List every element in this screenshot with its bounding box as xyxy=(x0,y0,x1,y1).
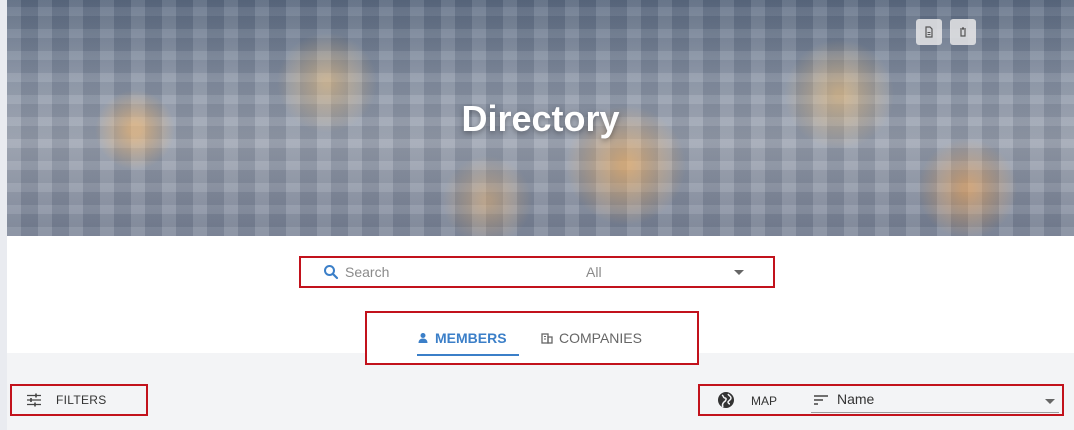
directory-tabs: MEMBERS COMPANIES xyxy=(365,311,699,365)
left-edge-strip xyxy=(0,0,7,430)
file-export-icon xyxy=(925,26,933,38)
tab-companies[interactable]: COMPANIES xyxy=(541,325,642,351)
tune-icon xyxy=(27,393,41,407)
filters-button[interactable]: FILTERS xyxy=(10,384,148,416)
chevron-down-icon[interactable] xyxy=(1045,399,1055,404)
search-input[interactable] xyxy=(345,262,545,282)
tab-companies-label: COMPANIES xyxy=(559,330,642,346)
page-title: Directory xyxy=(461,98,620,139)
hero-banner: Directory xyxy=(7,0,1074,236)
chevron-down-icon[interactable] xyxy=(734,270,744,275)
sort-icon xyxy=(814,395,828,405)
search-icon xyxy=(324,265,339,280)
search-scope-select[interactable]: All xyxy=(586,264,602,280)
building-icon xyxy=(541,333,553,344)
tab-members-label: MEMBERS xyxy=(435,330,507,346)
globe-icon[interactable] xyxy=(717,391,735,409)
trash-icon xyxy=(960,27,966,37)
delete-button[interactable] xyxy=(950,19,976,45)
tab-members[interactable]: MEMBERS xyxy=(417,325,519,356)
map-sort-controls: MAP Name xyxy=(698,384,1064,416)
export-button[interactable] xyxy=(916,19,942,45)
active-tab-indicator xyxy=(417,354,519,356)
sort-select[interactable]: Name xyxy=(811,389,1059,413)
person-icon xyxy=(418,333,428,343)
directory-page: Directory All MEMBERS xyxy=(0,0,1074,430)
map-toggle[interactable]: MAP xyxy=(751,394,777,408)
sort-value: Name xyxy=(837,391,875,407)
filters-label: FILTERS xyxy=(56,393,107,407)
search-bar[interactable]: All xyxy=(299,256,775,288)
